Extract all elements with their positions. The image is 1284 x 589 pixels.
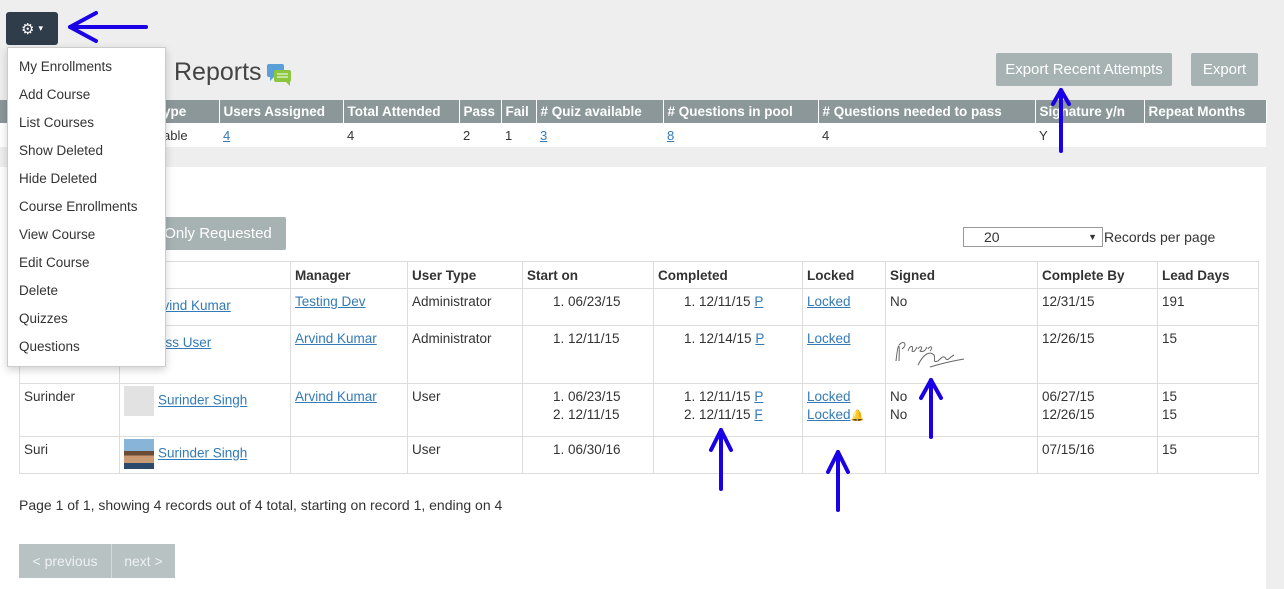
arrow-up-icon	[826, 450, 850, 512]
arrow-up-icon	[1051, 88, 1071, 153]
annotation-arrows	[68, 11, 1071, 512]
arrow-up-icon	[919, 378, 943, 439]
arrow-left-icon	[68, 11, 148, 43]
arrow-up-icon	[709, 428, 733, 491]
